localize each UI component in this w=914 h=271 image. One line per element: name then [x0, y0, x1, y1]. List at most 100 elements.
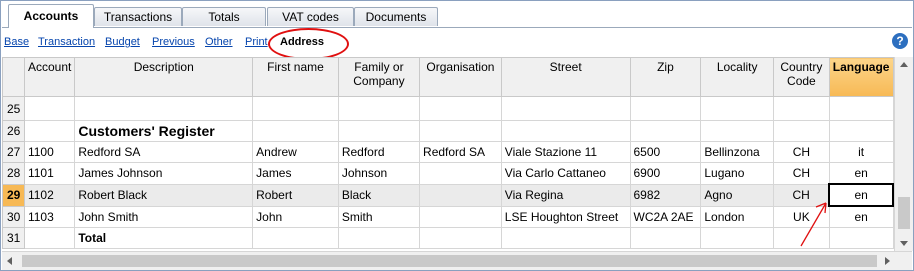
- tab-accounts[interactable]: Accounts: [8, 4, 94, 28]
- country-cell[interactable]: [773, 120, 830, 142]
- language-cell[interactable]: it: [828, 141, 894, 163]
- zip-cell[interactable]: 6900: [629, 162, 702, 185]
- horizontal-scroll-thumb[interactable]: [22, 255, 877, 267]
- view-budget[interactable]: Budget: [105, 36, 140, 48]
- help-icon[interactable]: ?: [892, 33, 908, 49]
- account-cell[interactable]: 1100: [23, 141, 76, 163]
- zip-cell[interactable]: 6982: [629, 183, 702, 207]
- locality-cell[interactable]: [700, 120, 774, 142]
- locality-cell[interactable]: [700, 227, 774, 249]
- zip-cell[interactable]: 6500: [629, 141, 702, 163]
- tab-documents[interactable]: Documents: [354, 7, 438, 26]
- scroll-right-icon[interactable]: [885, 257, 890, 265]
- scroll-left-icon[interactable]: [7, 257, 12, 265]
- zip-cell[interactable]: [629, 227, 702, 249]
- organisation-cell[interactable]: [419, 227, 502, 249]
- scroll-down-icon[interactable]: [900, 241, 908, 246]
- street-cell[interactable]: Via Regina: [500, 183, 631, 207]
- language-cell[interactable]: en: [828, 162, 894, 185]
- language-cell-focused[interactable]: en: [828, 183, 894, 207]
- family-cell[interactable]: [337, 120, 421, 142]
- language-cell[interactable]: [828, 227, 894, 249]
- family-cell[interactable]: Redford: [337, 141, 421, 163]
- organisation-cell[interactable]: [419, 96, 502, 121]
- first-name-cell[interactable]: Andrew: [252, 141, 339, 163]
- column-header-locality[interactable]: Locality: [700, 57, 774, 97]
- row-number[interactable]: 26: [2, 120, 25, 142]
- first-name-cell[interactable]: John: [252, 205, 339, 228]
- locality-cell[interactable]: Bellinzona: [700, 141, 774, 163]
- country-cell[interactable]: [773, 96, 830, 121]
- account-cell[interactable]: 1103: [23, 205, 76, 228]
- country-cell[interactable]: CH: [773, 162, 830, 185]
- organisation-cell[interactable]: [419, 205, 502, 228]
- country-cell[interactable]: [773, 227, 830, 249]
- view-base[interactable]: Base: [4, 36, 29, 48]
- view-print[interactable]: Print: [245, 36, 268, 48]
- description-cell[interactable]: John Smith: [74, 205, 254, 228]
- description-cell[interactable]: Total: [74, 227, 254, 249]
- row-number[interactable]: 29: [2, 183, 25, 207]
- column-header-first-name[interactable]: First name: [252, 57, 339, 97]
- street-cell[interactable]: Via Carlo Cattaneo: [500, 162, 631, 185]
- scroll-up-icon[interactable]: [900, 62, 908, 67]
- tab-vat-codes[interactable]: VAT codes: [267, 7, 354, 26]
- street-cell[interactable]: [500, 120, 631, 142]
- row-number[interactable]: 27: [2, 141, 25, 163]
- column-header-account[interactable]: Account: [23, 57, 76, 97]
- first-name-cell[interactable]: [252, 96, 339, 121]
- family-cell[interactable]: Black: [337, 183, 421, 207]
- family-cell[interactable]: Smith: [337, 205, 421, 228]
- row-number[interactable]: 31: [2, 227, 25, 249]
- view-previous[interactable]: Previous: [152, 36, 195, 48]
- organisation-cell[interactable]: [419, 162, 502, 185]
- locality-cell[interactable]: Agno: [700, 183, 774, 207]
- street-cell[interactable]: Viale Stazione 11: [500, 141, 631, 163]
- locality-cell[interactable]: London: [700, 205, 774, 228]
- account-cell[interactable]: [23, 96, 76, 121]
- row-number[interactable]: 25: [2, 96, 25, 121]
- language-cell[interactable]: en: [828, 205, 894, 228]
- account-cell[interactable]: [23, 120, 76, 142]
- column-header-description[interactable]: Description: [74, 57, 254, 97]
- zip-cell[interactable]: [629, 120, 702, 142]
- family-cell[interactable]: [337, 227, 421, 249]
- organisation-cell[interactable]: Redford SA: [419, 141, 502, 163]
- account-cell[interactable]: 1101: [23, 162, 76, 185]
- street-cell[interactable]: LSE Houghton Street: [500, 205, 631, 228]
- country-cell[interactable]: CH: [773, 141, 830, 163]
- country-cell[interactable]: UK: [773, 205, 830, 228]
- locality-cell[interactable]: Lugano: [700, 162, 774, 185]
- column-header-country-code[interactable]: Country Code: [773, 57, 830, 97]
- first-name-cell[interactable]: Robert: [252, 183, 339, 207]
- row-number[interactable]: 30: [2, 205, 25, 228]
- organisation-cell[interactable]: [419, 120, 502, 142]
- column-header-language[interactable]: Language: [828, 57, 894, 97]
- locality-cell[interactable]: [700, 96, 774, 121]
- family-cell[interactable]: [337, 96, 421, 121]
- first-name-cell[interactable]: [252, 227, 339, 249]
- zip-cell[interactable]: [629, 96, 702, 121]
- account-cell[interactable]: [23, 227, 76, 249]
- description-cell[interactable]: [74, 96, 254, 121]
- view-transaction[interactable]: Transaction: [38, 36, 95, 48]
- street-cell[interactable]: [500, 227, 631, 249]
- row-number[interactable]: 28: [2, 162, 25, 185]
- column-header-zip[interactable]: Zip: [629, 57, 702, 97]
- vertical-scroll-thumb[interactable]: [898, 197, 910, 229]
- description-cell[interactable]: Customers' Register: [74, 120, 254, 142]
- column-header-street[interactable]: Street: [500, 57, 631, 97]
- description-cell[interactable]: Robert Black: [74, 183, 254, 207]
- language-cell[interactable]: [828, 96, 894, 121]
- horizontal-scrollbar[interactable]: [2, 251, 912, 270]
- tab-transactions[interactable]: Transactions: [94, 7, 182, 26]
- view-other[interactable]: Other: [205, 36, 233, 48]
- column-header-organisation[interactable]: Organisation: [419, 57, 502, 97]
- column-header-family-company[interactable]: Family or Company: [337, 57, 421, 97]
- vertical-scrollbar[interactable]: [894, 57, 913, 251]
- description-cell[interactable]: James Johnson: [74, 162, 254, 185]
- street-cell[interactable]: [500, 96, 631, 121]
- first-name-cell[interactable]: James: [252, 162, 339, 185]
- family-cell[interactable]: Johnson: [337, 162, 421, 185]
- view-address[interactable]: Address: [280, 36, 324, 48]
